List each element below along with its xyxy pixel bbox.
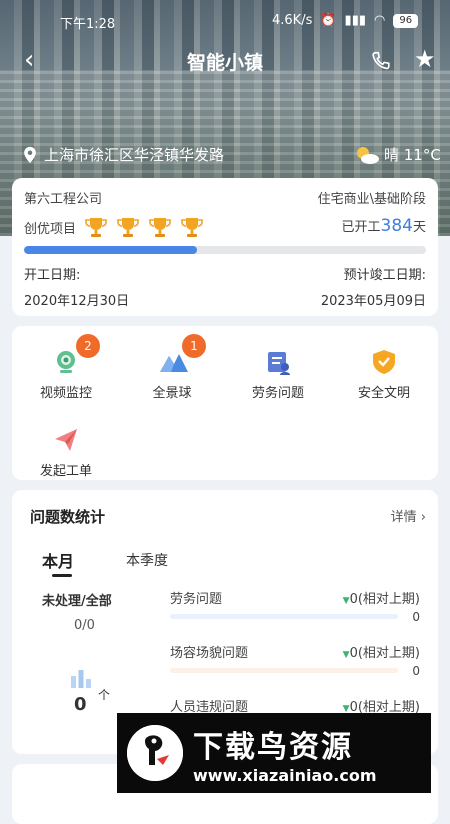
action-video-monitor[interactable]: 2 视频监控 bbox=[16, 334, 116, 401]
days-prefix: 已开工 bbox=[341, 220, 381, 235]
start-date: 2020年12月30日 bbox=[24, 294, 130, 309]
issue-bar bbox=[170, 668, 398, 673]
weather-info: 晴 11°C bbox=[354, 144, 441, 165]
chevron-right-icon: › bbox=[420, 510, 426, 525]
issue-name: 劳务问题 bbox=[170, 592, 223, 607]
action-panorama[interactable]: 1 全景球 bbox=[122, 334, 222, 401]
network-speed: 4.6K/s bbox=[272, 13, 313, 28]
issue-delta: ▼0(相对上期) bbox=[343, 642, 420, 661]
watermark-title: 下载鸟资源 bbox=[193, 729, 353, 765]
award-label: 创优项目 bbox=[24, 221, 77, 237]
detail-label: 详情 bbox=[390, 510, 417, 525]
company-name: 第六工程公司 bbox=[24, 192, 103, 207]
notification-badge: 1 bbox=[182, 334, 206, 358]
shield-icon bbox=[370, 348, 398, 376]
trend-down-icon: ▼ bbox=[342, 650, 350, 660]
delta-value: 0 bbox=[349, 646, 358, 661]
tab-indicator bbox=[52, 574, 72, 577]
issue-value: 0 bbox=[412, 664, 420, 678]
sun-cloud-icon bbox=[357, 146, 379, 164]
action-safety[interactable]: 安全文明 bbox=[334, 348, 434, 401]
stats-detail-link[interactable]: 详情 › bbox=[391, 506, 426, 525]
notification-badge: 2 bbox=[76, 334, 100, 358]
end-date: 2023年05月09日 bbox=[320, 294, 426, 309]
days-started: 已开工384天 bbox=[342, 216, 426, 236]
trophy-icon bbox=[85, 218, 107, 237]
action-label: 全景球 bbox=[152, 386, 192, 401]
delta-compare: (相对上期) bbox=[357, 592, 420, 607]
quick-actions-card: 2 视频监控 1 全景球 劳务问题 安全文明 发起工单 bbox=[12, 326, 438, 480]
favorite-star-icon[interactable]: ★ bbox=[414, 46, 440, 72]
issue-bar bbox=[170, 614, 398, 619]
action-label: 视频监控 bbox=[39, 386, 92, 401]
bar-chart-icon bbox=[71, 670, 91, 688]
battery-icon: 96 bbox=[393, 13, 419, 28]
issue-unit: 个 bbox=[98, 688, 111, 702]
watermark-url: www.xiazainiao.com bbox=[193, 765, 377, 785]
issue-delta: ▼0(相对上期) bbox=[343, 588, 420, 607]
location-pin-icon bbox=[24, 146, 36, 163]
action-create-ticket[interactable]: 发起工单 bbox=[16, 426, 116, 479]
unprocessed-label: 未处理/全部 bbox=[42, 594, 112, 609]
stats-title: 问题数统计 bbox=[30, 508, 106, 526]
action-label: 安全文明 bbox=[357, 386, 410, 401]
paper-plane-icon bbox=[52, 426, 80, 454]
trend-down-icon: ▼ bbox=[342, 596, 350, 606]
phone-icon[interactable] bbox=[370, 50, 392, 72]
camera-icon: 2 bbox=[52, 334, 100, 376]
tab-this-quarter[interactable]: 本季度 bbox=[126, 550, 168, 570]
address-text: 上海市徐汇区华泾镇华发路 bbox=[44, 146, 225, 164]
status-bar: 下午1:28 4.6K/s ⏰ ▮▮▮ ◠ 96 bbox=[0, 0, 450, 40]
wifi-icon: ◠ bbox=[374, 13, 386, 28]
tab-this-month[interactable]: 本月 bbox=[42, 548, 74, 572]
issue-name: 场容场貌问题 bbox=[170, 646, 249, 661]
project-stage: 住宅商业\基础阶段 bbox=[317, 192, 426, 207]
action-label: 劳务问题 bbox=[251, 386, 304, 401]
watermark-texts: 下载鸟资源 www.xiazainiao.com bbox=[193, 722, 376, 785]
action-labor-issues[interactable]: 劳务问题 bbox=[228, 348, 328, 401]
location-row: 上海市徐汇区华泾镇华发路 bbox=[22, 144, 224, 165]
days-suffix: 天 bbox=[412, 220, 426, 235]
start-date-label: 开工日期: bbox=[24, 268, 81, 283]
delta-value: 0 bbox=[349, 592, 358, 607]
unprocessed-ratio: 0/0 bbox=[74, 618, 95, 633]
issue-count: 0 bbox=[74, 694, 87, 715]
bird-logo-icon bbox=[127, 725, 183, 781]
alarm-icon: ⏰ bbox=[320, 13, 337, 28]
status-time: 下午1:28 bbox=[60, 17, 116, 32]
worker-card-icon bbox=[264, 348, 292, 376]
trophy-icon bbox=[117, 218, 139, 237]
signal-icon: ▮▮▮ bbox=[344, 13, 367, 28]
status-indicators: 4.6K/s ⏰ ▮▮▮ ◠ 96 bbox=[272, 13, 419, 28]
action-label: 发起工单 bbox=[39, 464, 92, 479]
issue-value: 0 bbox=[412, 610, 420, 624]
award-row: 创优项目 bbox=[24, 216, 204, 238]
progress-fill bbox=[24, 246, 197, 254]
days-count: 384 bbox=[380, 216, 413, 236]
trophy-icon bbox=[149, 218, 171, 237]
weather-text: 晴 11°C bbox=[384, 146, 441, 164]
end-date-label: 预计竣工日期: bbox=[343, 268, 426, 283]
delta-compare: (相对上期) bbox=[357, 646, 420, 661]
project-info-card: 第六工程公司 住宅商业\基础阶段 创优项目 已开工384天 开工日期: 预计竣工… bbox=[12, 178, 438, 316]
progress-bar bbox=[24, 246, 426, 254]
watermark-banner: 下载鸟资源 www.xiazainiao.com bbox=[117, 713, 431, 793]
mountain-icon: 1 bbox=[158, 334, 206, 376]
trophy-icon bbox=[181, 218, 203, 237]
